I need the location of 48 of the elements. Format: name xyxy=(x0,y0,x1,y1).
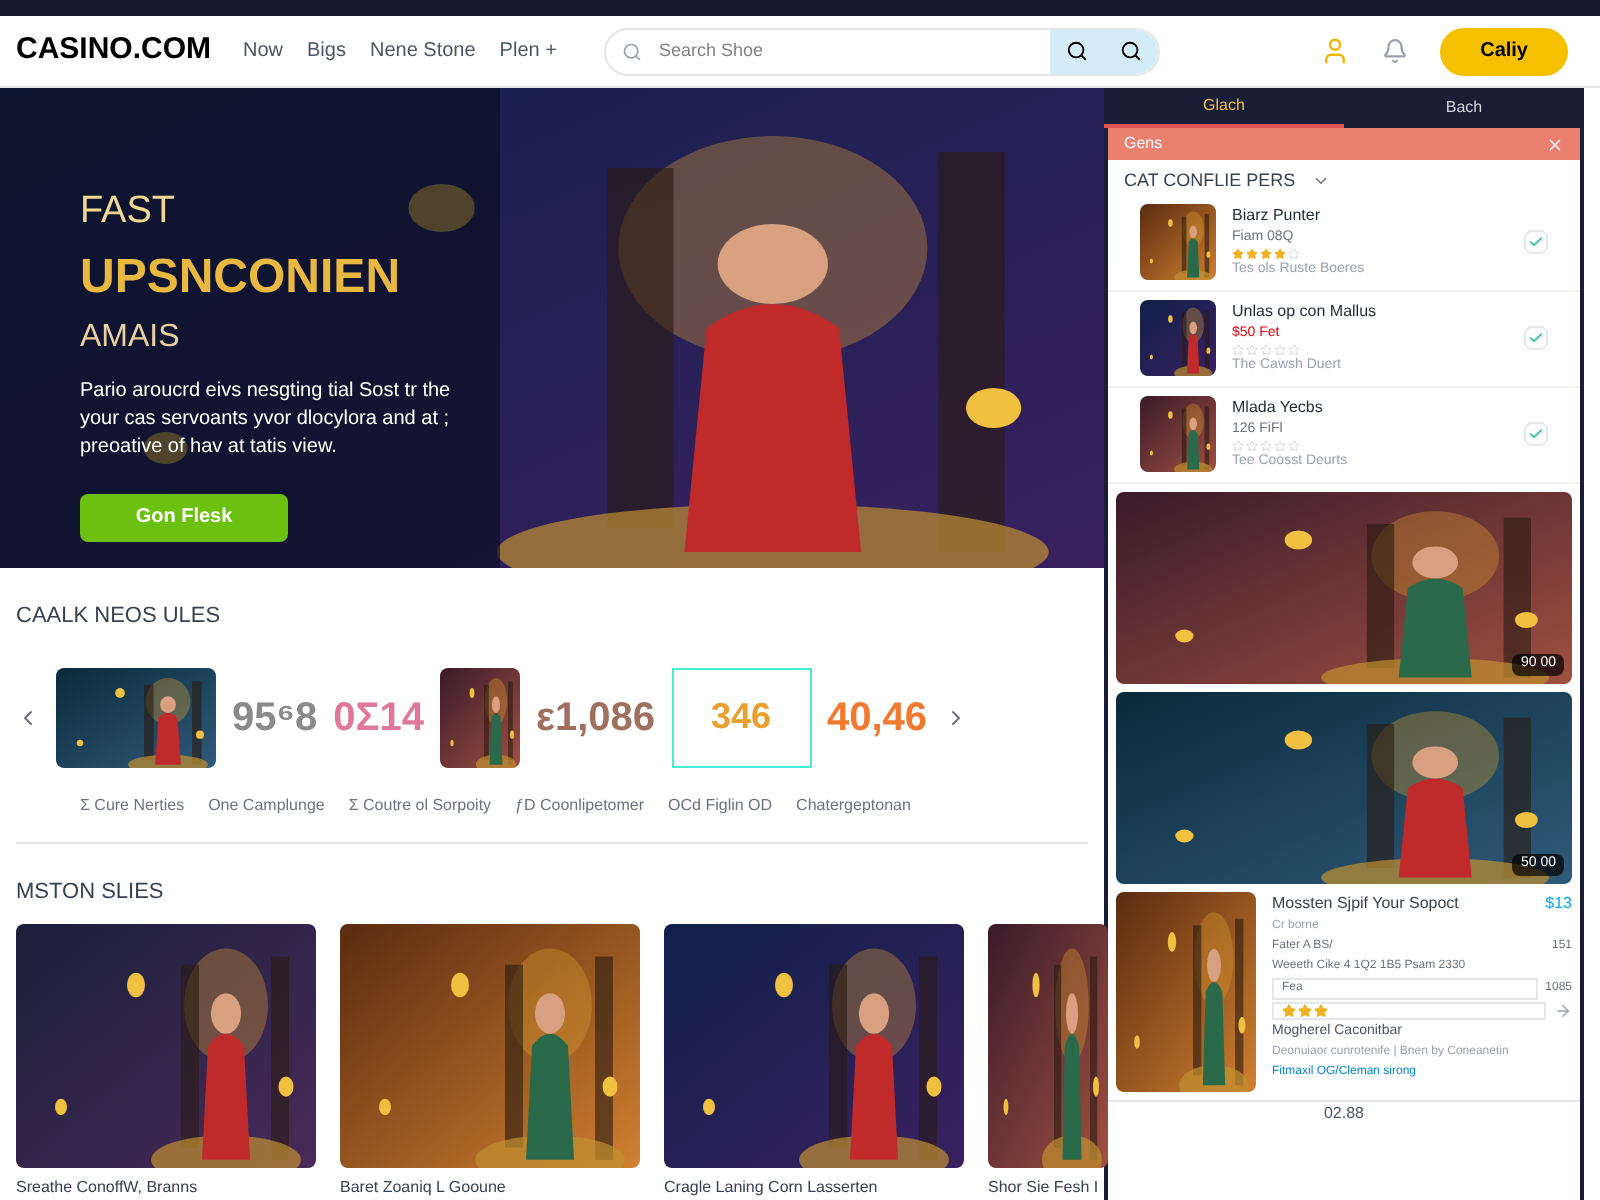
item-title: Biarz Punter xyxy=(1232,203,1323,227)
hero-title: UPSNCONIEN xyxy=(80,247,403,307)
section-title: MSTON SLIES xyxy=(16,877,166,907)
stat-value: 0Σ14 xyxy=(333,693,424,743)
detail-price: $13 xyxy=(1545,891,1572,915)
check-icon[interactable] xyxy=(1524,326,1548,350)
stat-value: ε1,086 xyxy=(535,693,655,743)
panel-heading: CAT CONFLIE PERS xyxy=(1124,168,1296,194)
cta-button[interactable]: Caliy xyxy=(1440,27,1568,75)
check-icon[interactable] xyxy=(1524,230,1548,254)
footer-value: 02.88 xyxy=(1323,1101,1365,1125)
hero-kicker: FAST xyxy=(80,188,178,236)
item-title: Mlada Yecbs xyxy=(1232,395,1325,419)
alert-text: Gens xyxy=(1124,132,1165,156)
stat-value: 346 xyxy=(710,694,772,740)
arrow-right-icon[interactable] xyxy=(1554,1001,1572,1019)
panel-tab[interactable]: Bach xyxy=(1344,88,1584,128)
hero-subtitle: AMAIS xyxy=(80,317,182,357)
search-icon[interactable] xyxy=(1066,40,1089,62)
user-icon[interactable] xyxy=(1320,36,1351,66)
stat-caption: OCd Figlin OD xyxy=(668,793,773,817)
stat-caption: One Camplunge xyxy=(208,793,325,817)
section-title: CAALK NEOS ULES xyxy=(16,602,223,632)
detail-title: Mossten Sjpif Your Sopoct xyxy=(1272,891,1459,915)
search-icon[interactable] xyxy=(1120,40,1143,62)
nav-link[interactable]: Now xyxy=(243,36,284,66)
check-icon[interactable] xyxy=(1524,422,1548,446)
close-icon[interactable] xyxy=(1546,135,1564,153)
search-field[interactable]: Search Shoe xyxy=(642,37,1051,65)
stat-caption: Σ Cure Nerties xyxy=(80,793,185,817)
stat-value: 95⁶8 xyxy=(232,693,318,743)
nav-link[interactable]: Plen + xyxy=(499,36,557,66)
bell-icon[interactable] xyxy=(1382,38,1409,64)
search-bar[interactable]: Search Shoe xyxy=(604,27,1161,75)
game-caption[interactable]: Cragle Laning Corn Lasserten xyxy=(664,1176,964,1200)
game-caption[interactable]: Shor Sie Fesh I xyxy=(988,1176,1108,1200)
nav-link[interactable]: Bigs xyxy=(307,36,346,66)
logo[interactable]: CASINO.COM xyxy=(16,28,211,74)
nav-link[interactable]: Nene Stone xyxy=(369,36,476,66)
item-title: Unlas op con Mallus xyxy=(1232,299,1379,323)
game-caption[interactable]: Sreathe ConoffW, Branns xyxy=(16,1176,316,1200)
hero-text: Pario aroucrd eivs nesgting tial Sost tr the your cas servoants yvor dlocylora and at ; preoative of hav at tatis view. xyxy=(80,377,453,461)
stat-value: 40,46 xyxy=(827,693,928,743)
search-icon xyxy=(622,41,643,61)
stat-caption: ƒD Coonlipetomer xyxy=(515,793,645,817)
stat-caption: Σ Coutre ol Sorpoity xyxy=(348,793,492,817)
stat-caption: Chatergeptonan xyxy=(796,793,911,817)
game-caption[interactable]: Baret Zoaniq L Gooune xyxy=(340,1176,640,1200)
